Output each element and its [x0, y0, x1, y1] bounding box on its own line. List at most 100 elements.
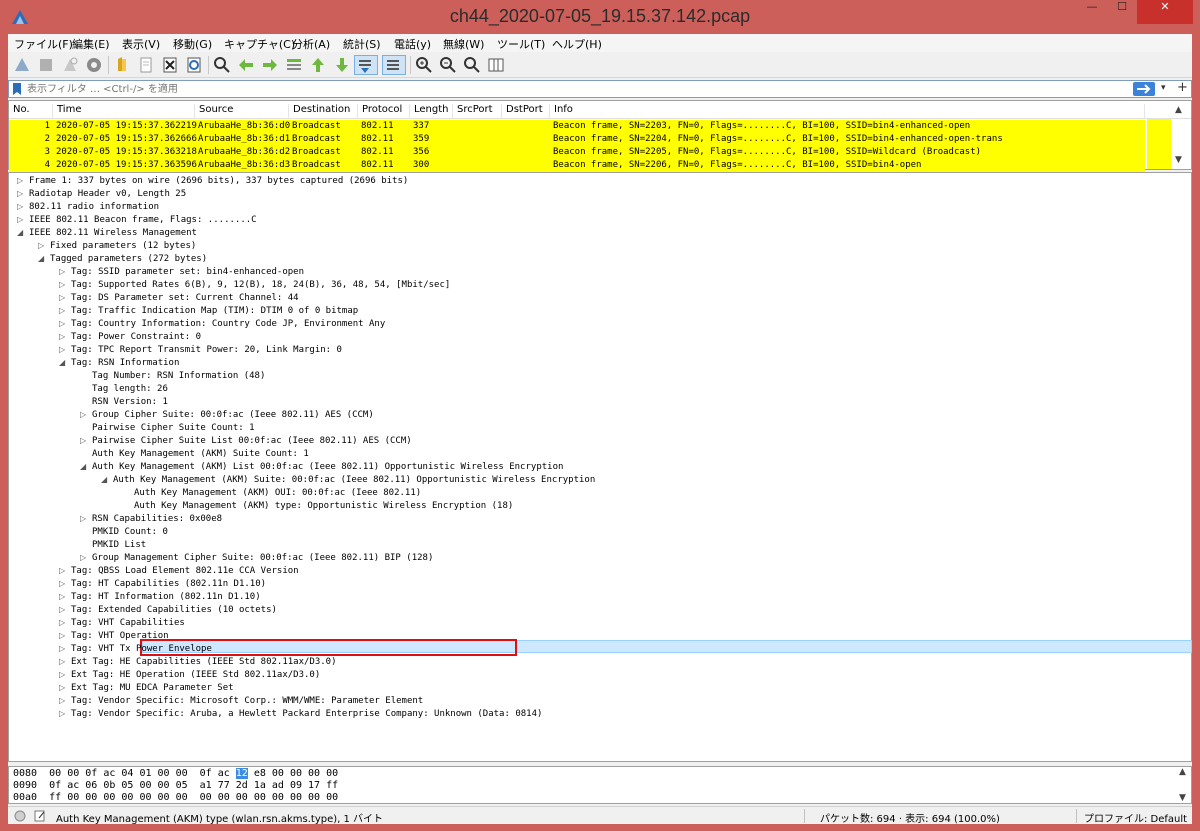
- close-file-icon[interactable]: [160, 55, 180, 75]
- packet-list-scrollbar[interactable]: ▲ ▼: [1145, 101, 1191, 169]
- tree-row[interactable]: ◢ IEEE 802.11 Wireless Management: [17, 228, 197, 241]
- packet-row[interactable]: 4 2020-07-05 19:15:37.363596 ArubaaHe_8b:3…: [9, 159, 1145, 172]
- expand-arrow-icon[interactable]: ▷: [17, 215, 29, 224]
- expand-arrow-icon[interactable]: ▷: [59, 657, 71, 666]
- menu-help[interactable]: ヘルプ(H): [552, 36, 602, 52]
- column-header-dstport[interactable]: DstPort: [502, 104, 550, 119]
- forward-icon[interactable]: [260, 55, 280, 75]
- expand-arrow-icon[interactable]: ▷: [17, 176, 29, 185]
- tree-row[interactable]: ▷ Tag: SSID parameter set: bin4-enhanced-…: [59, 267, 304, 280]
- save-file-icon[interactable]: [136, 55, 156, 75]
- tree-row[interactable]: ▷ Tag: VHT Operation: [59, 631, 169, 644]
- expand-arrow-icon[interactable]: ▷: [80, 514, 92, 523]
- tree-row[interactable]: ▷ Pairwise Cipher Suite List 00:0f:ac (Ie…: [80, 436, 412, 449]
- collapse-arrow-icon[interactable]: ◢: [17, 228, 29, 237]
- tree-row[interactable]: PMKID Count: 0: [80, 527, 168, 540]
- expand-arrow-icon[interactable]: ▷: [59, 592, 71, 601]
- tree-row[interactable]: ▷ RSN Capabilities: 0x00e8: [80, 514, 222, 527]
- expand-arrow-icon[interactable]: ▷: [59, 605, 71, 614]
- last-packet-icon[interactable]: [332, 55, 352, 75]
- tree-row[interactable]: Pairwise Cipher Suite Count: 1: [80, 423, 255, 436]
- tree-row[interactable]: ▷ Group Management Cipher Suite: 00:0f:ac…: [80, 553, 433, 566]
- expand-arrow-icon[interactable]: ▷: [59, 319, 71, 328]
- expand-arrow-icon[interactable]: ▷: [80, 436, 92, 445]
- tree-row[interactable]: ▷ Radiotap Header v0, Length 25: [17, 189, 186, 202]
- filter-dropdown-button[interactable]: ▾: [1161, 83, 1166, 93]
- expand-arrow-icon[interactable]: ▷: [59, 293, 71, 302]
- bookmark-icon[interactable]: [12, 82, 22, 96]
- tree-row[interactable]: ▷ 802.11 radio information: [17, 202, 159, 215]
- autoscroll-icon[interactable]: [354, 55, 378, 75]
- packet-row[interactable]: 1 2020-07-05 19:15:37.362219 ArubaaHe_8b:3…: [9, 120, 1145, 133]
- tree-row[interactable]: ▷ Tag: VHT Capabilities: [59, 618, 185, 631]
- expand-arrow-icon[interactable]: ▷: [38, 241, 50, 250]
- add-filter-button[interactable]: +: [1177, 80, 1188, 95]
- hex-scroll-up-icon[interactable]: ▲: [1179, 767, 1186, 777]
- tree-row[interactable]: ◢ Auth Key Management (AKM) List 00:0f:ac…: [80, 462, 563, 475]
- tree-row[interactable]: ▷ Tag: QBSS Load Element 802.11e CCA Vers…: [59, 566, 299, 579]
- hex-row[interactable]: 0080 00 00 0f ac 04 01 00 00 0f ac 12 e8…: [13, 768, 338, 780]
- expand-arrow-icon[interactable]: ▷: [59, 280, 71, 289]
- expand-arrow-icon[interactable]: ▷: [59, 306, 71, 315]
- expand-arrow-icon[interactable]: ▷: [59, 644, 71, 653]
- expand-arrow-icon[interactable]: ▷: [59, 670, 71, 679]
- expand-arrow-icon[interactable]: ▷: [59, 696, 71, 705]
- restart-icon[interactable]: [60, 55, 80, 75]
- tree-row[interactable]: ▷ Group Cipher Suite: 00:0f:ac (Ieee 802.…: [80, 410, 374, 423]
- tree-row[interactable]: ▷ Frame 1: 337 bytes on wire (2696 bits),…: [17, 176, 408, 189]
- menu-telephony[interactable]: 電話(y): [394, 36, 431, 52]
- column-header-srcport[interactable]: SrcPort: [453, 104, 502, 119]
- maximize-button[interactable]: ☐: [1107, 0, 1137, 24]
- zoom-reset-icon[interactable]: [462, 55, 482, 75]
- menu-tools[interactable]: ツール(T): [497, 36, 545, 52]
- tree-row[interactable]: ▷ Tag: Vendor Specific: Aruba, a Hewlett …: [59, 709, 542, 722]
- tree-row[interactable]: PMKID List: [80, 540, 146, 553]
- zoom-out-icon[interactable]: [438, 55, 458, 75]
- tree-row[interactable]: ◢ Auth Key Management (AKM) Suite: 00:0f:…: [101, 475, 595, 488]
- collapse-arrow-icon[interactable]: ◢: [59, 358, 71, 367]
- expand-arrow-icon[interactable]: ▷: [17, 202, 29, 211]
- close-button[interactable]: ✕: [1137, 0, 1193, 24]
- stop-icon[interactable]: [36, 55, 56, 75]
- zoom-in-icon[interactable]: [414, 55, 434, 75]
- column-header-source[interactable]: Source: [195, 104, 289, 119]
- tree-row[interactable]: ▷ Tag: Extended Capabilities (10 octets): [59, 605, 277, 618]
- apply-filter-button[interactable]: [1133, 82, 1155, 96]
- tree-row[interactable]: RSN Version: 1: [80, 397, 168, 410]
- expand-arrow-icon[interactable]: ▷: [59, 631, 71, 640]
- column-header-info[interactable]: Info: [550, 104, 1145, 119]
- tree-row[interactable]: Auth Key Management (AKM) Suite Count: 1: [80, 449, 309, 462]
- tree-row[interactable]: ▷ Ext Tag: MU EDCA Parameter Set: [59, 683, 234, 696]
- status-profile[interactable]: プロファイル: Default: [1084, 810, 1187, 825]
- expand-arrow-icon[interactable]: ▷: [59, 709, 71, 718]
- menu-wireless[interactable]: 無線(W): [443, 36, 484, 52]
- edit-comment-icon[interactable]: [34, 810, 46, 822]
- tree-row[interactable]: ▷ Ext Tag: HE Operation (IEEE Std 802.11a…: [59, 670, 320, 683]
- title-bar[interactable]: ch44_2020-07-05_19.15.37.142.pcap — ☐ ✕: [0, 0, 1200, 34]
- tree-row[interactable]: ▷ Tag: Country Information: Country Code …: [59, 319, 385, 332]
- tree-row[interactable]: Auth Key Management (AKM) OUI: 00:0f:ac …: [122, 488, 421, 501]
- column-header-protocol[interactable]: Protocol: [358, 104, 410, 119]
- resize-columns-icon[interactable]: [486, 55, 506, 75]
- column-header-destination[interactable]: Destination: [289, 104, 358, 119]
- expand-arrow-icon[interactable]: ▷: [80, 410, 92, 419]
- minimize-button[interactable]: —: [1077, 0, 1107, 24]
- tree-row[interactable]: ◢ Tag: RSN Information: [59, 358, 179, 371]
- hex-scroll-down-icon[interactable]: ▼: [1179, 793, 1186, 803]
- tree-row[interactable]: ◢ Tagged parameters (272 bytes): [38, 254, 207, 267]
- expand-arrow-icon[interactable]: ▷: [59, 579, 71, 588]
- tree-row[interactable]: ▷ Fixed parameters (12 bytes): [38, 241, 196, 254]
- packet-row[interactable]: 3 2020-07-05 19:15:37.363218 ArubaaHe_8b:3…: [9, 146, 1145, 159]
- find-icon[interactable]: [212, 55, 232, 75]
- shark-fin-start-icon[interactable]: [12, 55, 32, 75]
- expand-arrow-icon[interactable]: ▷: [17, 189, 29, 198]
- tree-row[interactable]: ▷ Tag: DS Parameter set: Current Channel:…: [59, 293, 299, 306]
- tree-row[interactable]: ▷ Tag: TPC Report Transmit Power: 20, Lin…: [59, 345, 342, 358]
- tree-row[interactable]: ▷ Tag: HT Capabilities (802.11n D1.10): [59, 579, 266, 592]
- hex-row[interactable]: 00a0 ff 00 00 00 00 00 00 00 00 00 00 00…: [13, 792, 338, 803]
- menu-edit[interactable]: 編集(E): [72, 36, 110, 52]
- options-gear-icon[interactable]: [84, 55, 104, 75]
- tree-row[interactable]: ▷ Ext Tag: HE Capabilities (IEEE Std 802.…: [59, 657, 337, 670]
- menu-analyze[interactable]: 分析(A): [292, 36, 330, 52]
- expand-arrow-icon[interactable]: ▷: [59, 332, 71, 341]
